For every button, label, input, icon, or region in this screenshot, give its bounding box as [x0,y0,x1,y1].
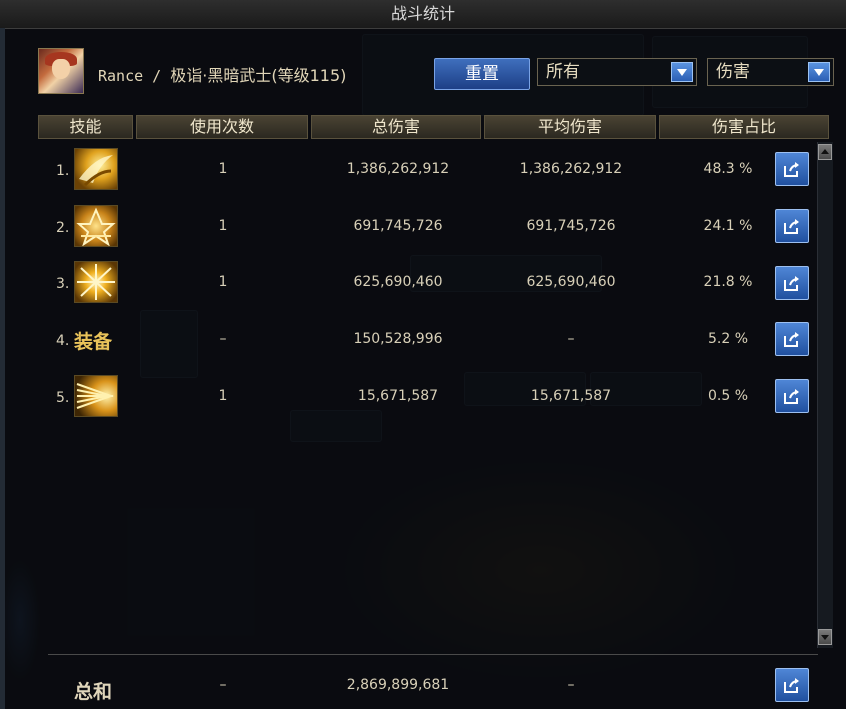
uses-count: 1 [218,218,228,234]
row-index: 4. [56,333,70,349]
share-button-row-4[interactable] [775,322,809,356]
type-select-value: 伤害 [716,62,750,82]
reset-button[interactable]: 重置 [434,58,530,90]
average-damage: 625,690,460 [526,274,616,290]
player-separator: / [143,67,171,85]
share-button-summary[interactable] [775,668,809,702]
uses-count: 1 [218,388,228,404]
row-index: 3. [56,276,70,292]
filter-select[interactable]: 所有 [537,58,697,86]
share-button-row-5[interactable] [775,379,809,413]
summary-label: 总和 [74,681,113,703]
column-header-average-damage[interactable]: 平均伤害 [484,115,656,139]
table-row: 5. 1 15,671,587 15,671,587 0.5 % [38,369,814,425]
damage-share: 21.8 % [703,274,753,290]
export-icon [784,162,799,177]
golden-crest-skill-icon [74,205,118,247]
share-button-row-2[interactable] [775,209,809,243]
total-damage: 691,745,726 [353,218,443,234]
row-index: 1. [56,163,70,179]
column-header-uses[interactable]: 使用次数 [136,115,308,139]
player-level: (等级115) [271,66,347,85]
share-button-row-1[interactable] [775,152,809,186]
uses-count: 1 [218,161,228,177]
equipment-icon: 装备 [74,318,118,360]
column-header-total-damage[interactable]: 总伤害 [311,115,481,139]
row-index: 2. [56,220,70,236]
golden-burst-skill-icon [74,261,118,303]
scroll-up-button[interactable] [818,144,832,160]
average-damage: 691,745,726 [526,218,616,234]
player-info: Rance / 极诣·黑暗武士(等级115) [98,62,346,86]
average-damage: 15,671,587 [530,388,612,404]
battle-stats-window: 战斗统计 Rance / 极诣·黑暗武士(等级115) 重置 所有 伤害 技能 … [0,0,846,709]
table-row: 2. 1 691,745,726 691,745,726 24.1 % [38,199,814,255]
row-index: 5. [56,390,70,406]
export-icon [784,219,799,234]
uses-count: 1 [218,274,228,290]
total-damage: 150,528,996 [353,331,443,347]
player-name: Rance [98,67,144,85]
chevron-down-icon[interactable] [671,62,693,82]
table-row: 4. 装备 – 150,528,996 – 5.2 % [38,312,814,368]
window-title[interactable]: 战斗统计 [0,0,846,29]
damage-share: 48.3 % [703,161,753,177]
summary-average-damage: – [567,677,575,693]
table-header: 技能 使用次数 总伤害 平均伤害 伤害占比 [38,115,834,139]
filter-select-value: 所有 [546,62,580,82]
summary-uses: – [219,677,227,693]
equipment-icon-label: 装备 [74,331,113,353]
total-damage: 625,690,460 [353,274,443,290]
export-icon [784,276,799,291]
table-row: 3. 1 625,690,460 625,690,460 21.8 % [38,255,814,311]
summary-divider [48,654,818,655]
uses-count: – [219,331,227,347]
damage-share: 5.2 % [707,331,749,347]
player-avatar [38,48,84,94]
damage-share: 24.1 % [703,218,753,234]
window-left-edge [0,28,5,709]
damage-share: 0.5 % [707,388,749,404]
export-icon [784,332,799,347]
share-button-row-3[interactable] [775,266,809,300]
chevron-down-icon[interactable] [808,62,830,82]
golden-wave-skill-icon [74,375,118,417]
export-icon [784,678,799,693]
summary-total-damage: 2,869,899,681 [346,677,450,693]
table-scrollbar[interactable] [817,142,833,648]
total-damage: 1,386,262,912 [346,161,450,177]
player-job: 极诣·黑暗武士 [170,66,272,85]
column-header-damage-share[interactable]: 伤害占比 [659,115,829,139]
type-select[interactable]: 伤害 [707,58,834,86]
golden-slash-skill-icon [74,148,118,190]
export-icon [784,389,799,404]
column-header-skill[interactable]: 技能 [38,115,133,139]
average-damage: – [567,331,575,347]
total-damage: 15,671,587 [357,388,439,404]
scroll-down-button[interactable] [818,629,832,645]
table-row: 1. 1 1,386,262,912 1,386,262,912 48.3 % [38,142,814,198]
average-damage: 1,386,262,912 [519,161,623,177]
